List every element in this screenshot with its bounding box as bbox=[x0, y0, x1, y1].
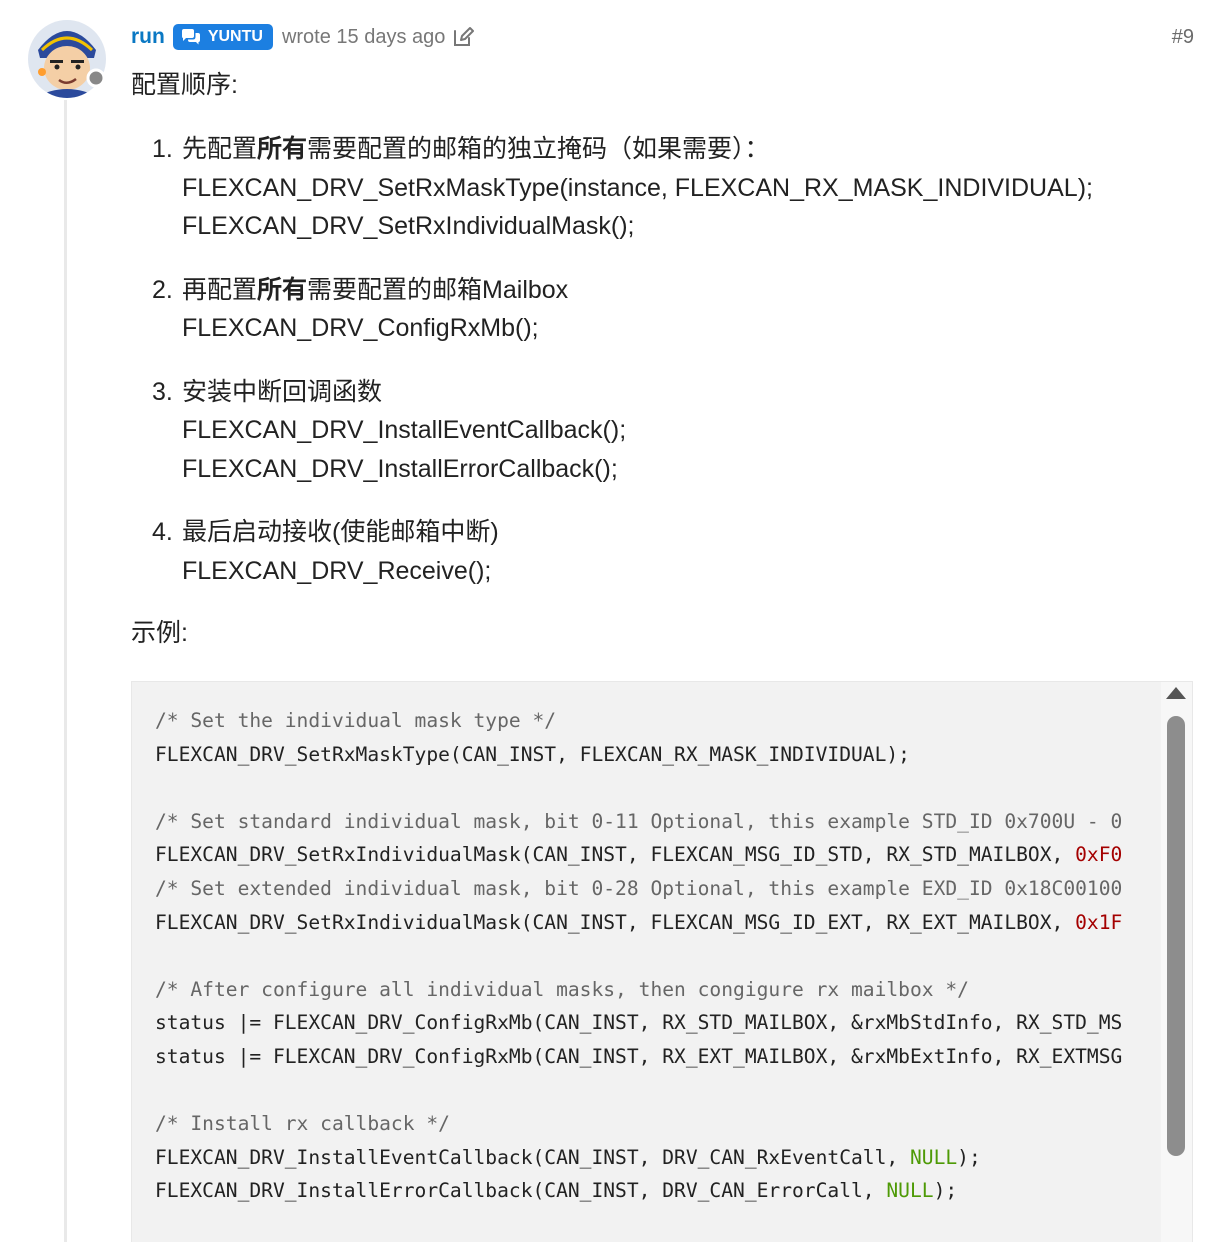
post-date: wrote 15 days ago bbox=[281, 25, 446, 48]
code-content: /* Set the individual mask type */ FLEXCA… bbox=[155, 704, 1163, 1208]
code-block[interactable]: /* Set the individual mask type */ FLEXCA… bbox=[131, 681, 1193, 1242]
step-code: FLEXCAN_DRV_SetRxMaskType(instance, FLEX… bbox=[182, 173, 1093, 202]
code-line: status |= FLEXCAN_DRV_ConfigRxMb(CAN_INS… bbox=[155, 1044, 1123, 1068]
step-title: 安装中断回调函数 bbox=[182, 377, 383, 406]
list-item: 2. 再配置所有需要配置的邮箱Mailbox FLEXCAN_DRV_Confi… bbox=[131, 271, 1193, 348]
group-badge[interactable]: YUNTU bbox=[172, 24, 273, 50]
chat-bubbles-icon bbox=[181, 29, 201, 45]
code-line: status |= FLEXCAN_DRV_ConfigRxMb(CAN_INS… bbox=[155, 1011, 1123, 1035]
code-line: FLEXCAN_DRV_SetRxIndividualMask(CAN_INST… bbox=[155, 910, 1123, 934]
post-content: 配置顺序: 1. 先配置所有需要配置的邮箱的独立掩码（如果需要）： FLEXCA… bbox=[131, 66, 1193, 652]
code-scrollbar[interactable] bbox=[1161, 682, 1192, 1242]
step-title: 先配置所有需要配置的邮箱的独立掩码（如果需要）： bbox=[182, 135, 770, 163]
code-line: FLEXCAN_DRV_SetRxMaskType(CAN_INST, FLEX… bbox=[155, 742, 910, 766]
step-code: FLEXCAN_DRV_Receive(); bbox=[182, 556, 492, 585]
example-label: 示例: bbox=[131, 619, 188, 647]
group-badge-label: YUNTU bbox=[207, 28, 263, 45]
code-line: /* Set standard individual mask, bit 0-1… bbox=[155, 809, 1123, 833]
code-line: /* Install rx callback */ bbox=[155, 1112, 450, 1136]
thread-line bbox=[64, 100, 67, 1242]
step-title: 再配置所有需要配置的邮箱Mailbox bbox=[182, 275, 569, 304]
edit-history-icon[interactable] bbox=[452, 26, 475, 48]
code-line: /* After configure all individual masks,… bbox=[155, 977, 969, 1001]
step-code: FLEXCAN_DRV_SetRxIndividualMask(); bbox=[182, 212, 635, 240]
list-item: 1. 先配置所有需要配置的邮箱的独立掩码（如果需要）： FLEXCAN_DRV_… bbox=[131, 130, 1193, 246]
step-code: FLEXCAN_DRV_ConfigRxMb(); bbox=[182, 314, 539, 342]
post-number-link[interactable]: #9 bbox=[1172, 22, 1194, 52]
code-line: FLEXCAN_DRV_InstallErrorCallback(CAN_INS… bbox=[155, 1179, 958, 1203]
steps-list: 1. 先配置所有需要配置的邮箱的独立掩码（如果需要）： FLEXCAN_DRV_… bbox=[131, 130, 1193, 590]
intro-text: 配置顺序: bbox=[131, 71, 238, 99]
step-code: FLEXCAN_DRV_InstallErrorCallback(); bbox=[182, 454, 618, 483]
list-item: 4. 最后启动接收(使能邮箱中断) FLEXCAN_DRV_Receive(); bbox=[131, 513, 1193, 590]
scroll-thumb[interactable] bbox=[1167, 716, 1185, 1156]
code-line: FLEXCAN_DRV_SetRxIndividualMask(CAN_INST… bbox=[155, 843, 1123, 867]
list-item: 3. 安装中断回调函数 FLEXCAN_DRV_InstallEventCall… bbox=[131, 373, 1193, 489]
code-line: FLEXCAN_DRV_InstallEventCallback(CAN_INS… bbox=[155, 1145, 981, 1169]
scroll-up-arrow-icon[interactable] bbox=[1166, 687, 1186, 699]
username-link[interactable]: run bbox=[131, 25, 165, 49]
step-title: 最后启动接收(使能邮箱中断) bbox=[182, 518, 499, 546]
step-code: FLEXCAN_DRV_InstallEventCallback(); bbox=[182, 416, 627, 444]
user-avatar[interactable] bbox=[28, 20, 106, 98]
post-header: run YUNTU wrote 15 days ago bbox=[131, 22, 475, 52]
code-line: /* Set extended individual mask, bit 0-2… bbox=[155, 876, 1123, 900]
code-line: /* Set the individual mask type */ bbox=[155, 709, 557, 732]
